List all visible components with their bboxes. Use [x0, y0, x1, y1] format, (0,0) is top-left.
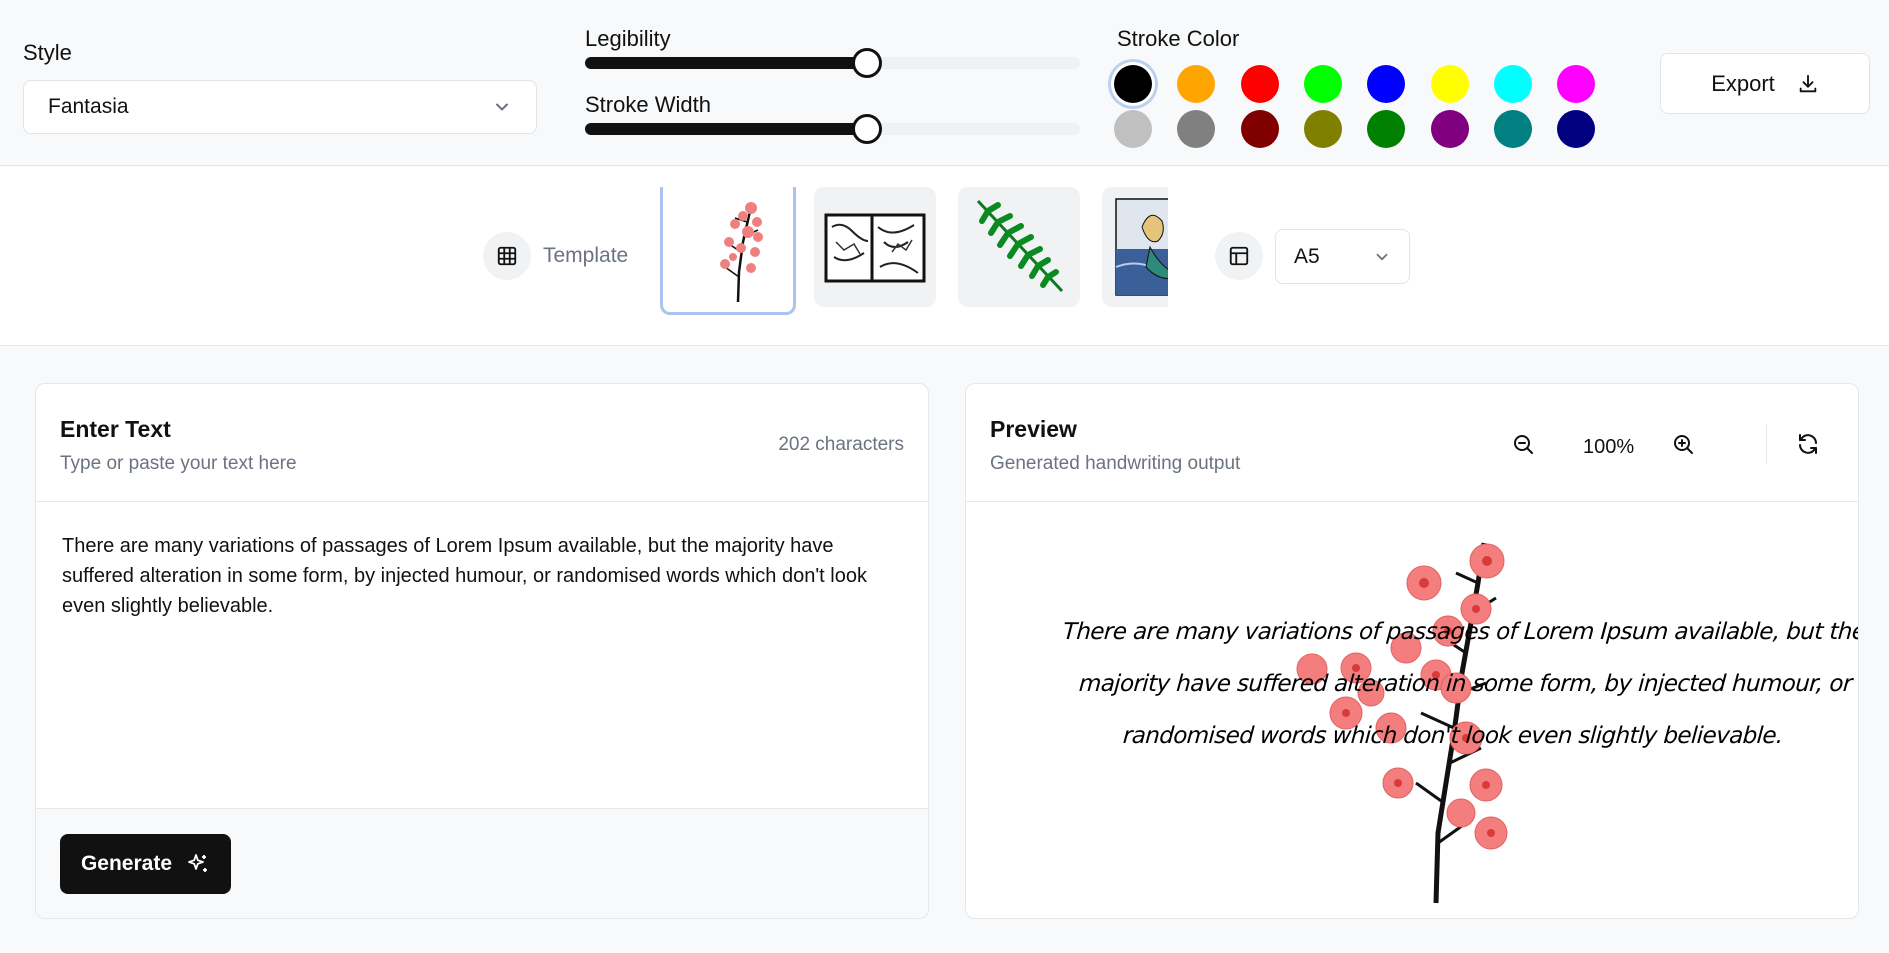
style-value: Fantasia [48, 95, 129, 118]
style-select[interactable]: Fantasia [23, 80, 537, 134]
generate-button[interactable]: Generate [60, 834, 231, 894]
template-thumb-mermaid[interactable] [1102, 187, 1168, 307]
input-panel-title: Enter Text [60, 416, 171, 442]
color-swatch[interactable] [1177, 65, 1216, 103]
template-thumb-fern[interactable] [958, 187, 1080, 307]
chevron-down-icon [1376, 253, 1388, 260]
preview-panel-header: Preview Generated handwriting output 100… [966, 384, 1858, 502]
color-swatch[interactable] [1367, 65, 1406, 103]
color-swatch[interactable] [1177, 110, 1216, 148]
handwriting-preview: There are many variations of passages of… [966, 503, 1859, 918]
handwriting-line: randomised words which don't look even s… [1122, 723, 1784, 749]
stroke-width-slider[interactable] [585, 114, 1080, 144]
legibility-slider[interactable] [585, 48, 1080, 78]
blossom-branch-thumbnail [720, 202, 763, 303]
refresh-button[interactable] [1788, 424, 1828, 464]
character-count: 202 characters [778, 434, 904, 455]
grid-icon [483, 232, 531, 280]
style-label: Style [23, 40, 72, 65]
handwriting-line: There are many variations of passages of… [1062, 619, 1859, 645]
color-swatch[interactable] [1240, 65, 1279, 103]
color-swatch[interactable] [1557, 65, 1596, 103]
color-swatch[interactable] [1114, 65, 1152, 103]
handwriting-line: majority have suffered alteration in som… [1078, 671, 1853, 697]
legibility-slider-fill [585, 57, 868, 69]
template-carousel [660, 187, 1168, 327]
zoom-out-button[interactable] [1503, 424, 1543, 464]
preview-panel-subtitle: Generated handwriting output [990, 453, 1241, 474]
legibility-label: Legibility [585, 26, 671, 51]
template-strip: Template A5 [0, 167, 1889, 346]
download-icon [1799, 74, 1817, 92]
color-swatch[interactable] [1240, 110, 1279, 148]
generate-label: Generate [80, 852, 173, 875]
preview-panel: Preview Generated handwriting output 100… [965, 383, 1859, 919]
chevron-down-icon [496, 103, 508, 111]
page-size-value: A5 [1294, 244, 1320, 268]
toolbar-divider [1766, 424, 1767, 464]
zoom-out-icon [1514, 435, 1533, 454]
stroke-width-slider-thumb[interactable] [852, 114, 883, 144]
legibility-slider-thumb[interactable] [852, 48, 883, 78]
text-input-panel: Enter Text Type or paste your text here … [35, 383, 929, 919]
layout-icon [1215, 232, 1263, 280]
color-swatch[interactable] [1430, 65, 1469, 103]
mermaid-thumbnail [1115, 198, 1168, 296]
template-thumb-sketch[interactable] [814, 187, 936, 307]
fern-leaf-thumbnail [976, 199, 1064, 293]
settings-toolbar: Style Fantasia Legibility Stroke Width S… [0, 0, 1889, 166]
input-panel-subtitle: Type or paste your text here [60, 453, 297, 474]
color-swatch[interactable] [1303, 110, 1342, 148]
export-button[interactable]: Export [1660, 53, 1870, 114]
color-swatch[interactable] [1114, 110, 1152, 148]
color-swatch[interactable] [1303, 65, 1342, 103]
stroke-color-label: Stroke Color [1117, 26, 1240, 51]
stroke-width-slider-fill [585, 123, 868, 135]
template-thumb-blossom[interactable] [660, 187, 796, 315]
zoom-level: 100% [1583, 436, 1635, 458]
color-swatch[interactable] [1493, 65, 1532, 103]
stroke-width-label: Stroke Width [585, 92, 711, 117]
template-label: Template [543, 244, 629, 267]
text-input[interactable]: There are many variations of passages of… [60, 529, 900, 829]
export-label: Export [1711, 70, 1775, 96]
color-swatch[interactable] [1557, 110, 1596, 148]
input-panel-footer: Generate [36, 808, 928, 918]
preview-panel-title: Preview [990, 416, 1077, 442]
sketch-panels-thumbnail [824, 213, 926, 283]
color-swatch[interactable] [1493, 110, 1532, 148]
zoom-in-icon [1674, 435, 1693, 454]
sparkles-icon [188, 854, 208, 872]
page-size-select[interactable]: A5 [1275, 229, 1410, 284]
input-panel-header: Enter Text Type or paste your text here … [36, 384, 928, 502]
color-swatch[interactable] [1367, 110, 1406, 148]
refresh-icon [1799, 434, 1817, 454]
color-swatch[interactable] [1430, 110, 1469, 148]
zoom-in-button[interactable] [1663, 424, 1703, 464]
blossom-background-illustration [1296, 542, 1508, 904]
